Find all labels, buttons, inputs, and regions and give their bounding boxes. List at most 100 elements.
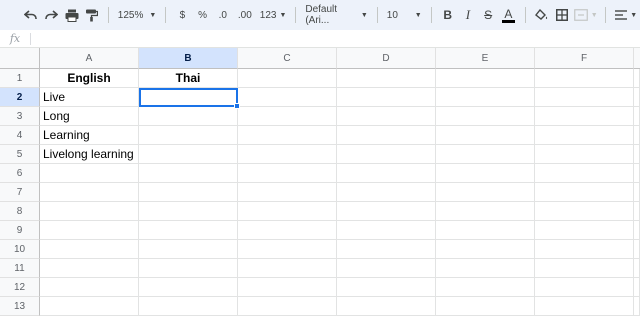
cell-c10[interactable] (238, 240, 337, 259)
cell-a7[interactable] (40, 183, 139, 202)
cell-g8[interactable] (634, 202, 640, 221)
print-icon[interactable] (61, 4, 81, 26)
cell-a13[interactable] (40, 297, 139, 316)
cell-c2[interactable] (238, 88, 337, 107)
row-header-8[interactable]: 8 (0, 202, 40, 221)
cell-f10[interactable] (535, 240, 634, 259)
cell-b5[interactable] (139, 145, 238, 164)
row-header-13[interactable]: 13 (0, 297, 40, 316)
cell-d8[interactable] (337, 202, 436, 221)
row-header-12[interactable]: 12 (0, 278, 40, 297)
cell-c5[interactable] (238, 145, 337, 164)
row-header-2[interactable]: 2 (0, 88, 40, 107)
cell-e4[interactable] (436, 126, 535, 145)
paint-format-icon[interactable] (82, 4, 102, 26)
cell-e5[interactable] (436, 145, 535, 164)
row-header-4[interactable]: 4 (0, 126, 40, 145)
column-header-d[interactable]: D (337, 48, 436, 69)
cell-f13[interactable] (535, 297, 634, 316)
cell-a6[interactable] (40, 164, 139, 183)
cell-c3[interactable] (238, 107, 337, 126)
cell-a10[interactable] (40, 240, 139, 259)
cell-a9[interactable] (40, 221, 139, 240)
cell-a4[interactable]: Learning (40, 126, 139, 145)
text-color-button[interactable]: A (498, 4, 518, 26)
cell-d12[interactable] (337, 278, 436, 297)
cell-e11[interactable] (436, 259, 535, 278)
cell-e9[interactable] (436, 221, 535, 240)
row-header-1[interactable]: 1 (0, 69, 40, 88)
cell-d11[interactable] (337, 259, 436, 278)
cell-g9[interactable] (634, 221, 640, 240)
undo-icon[interactable] (21, 4, 41, 26)
cell-g2[interactable] (634, 88, 640, 107)
select-all-corner[interactable] (0, 48, 40, 69)
cell-e8[interactable] (436, 202, 535, 221)
fill-color-icon[interactable] (531, 4, 551, 26)
currency-format-button[interactable]: $ (172, 4, 192, 26)
row-header-6[interactable]: 6 (0, 164, 40, 183)
font-size-select[interactable]: 10 ▼ (384, 4, 425, 26)
cell-e13[interactable] (436, 297, 535, 316)
cell-f4[interactable] (535, 126, 634, 145)
zoom-select[interactable]: 125% ▼ (115, 4, 160, 26)
cell-a3[interactable]: Long (40, 107, 139, 126)
cell-g12[interactable] (634, 278, 640, 297)
cell-c9[interactable] (238, 221, 337, 240)
cell-e10[interactable] (436, 240, 535, 259)
row-header-5[interactable]: 5 (0, 145, 40, 164)
cell-b10[interactable] (139, 240, 238, 259)
cell-c13[interactable] (238, 297, 337, 316)
fill-handle[interactable] (234, 103, 240, 109)
cell-f8[interactable] (535, 202, 634, 221)
cell-c7[interactable] (238, 183, 337, 202)
cell-b7[interactable] (139, 183, 238, 202)
column-header-c[interactable]: C (238, 48, 337, 69)
cell-d6[interactable] (337, 164, 436, 183)
cell-c1[interactable] (238, 69, 337, 88)
cell-b1[interactable]: Thai (139, 69, 238, 88)
cell-f12[interactable] (535, 278, 634, 297)
increase-decimal-button[interactable]: .00 (233, 4, 257, 26)
column-header-g[interactable] (634, 48, 640, 69)
cell-f1[interactable] (535, 69, 634, 88)
cell-b3[interactable] (139, 107, 238, 126)
cell-a5[interactable]: Livelong learning (40, 145, 139, 164)
cell-g1[interactable] (634, 69, 640, 88)
cell-d4[interactable] (337, 126, 436, 145)
cell-f5[interactable] (535, 145, 634, 164)
formula-input[interactable] (31, 30, 640, 48)
cell-b6[interactable] (139, 164, 238, 183)
cell-f3[interactable] (535, 107, 634, 126)
cell-e12[interactable] (436, 278, 535, 297)
cell-b9[interactable] (139, 221, 238, 240)
cell-b4[interactable] (139, 126, 238, 145)
cell-e1[interactable] (436, 69, 535, 88)
row-header-10[interactable]: 10 (0, 240, 40, 259)
cell-g5[interactable] (634, 145, 640, 164)
cell-a11[interactable] (40, 259, 139, 278)
cell-c11[interactable] (238, 259, 337, 278)
cell-g4[interactable] (634, 126, 640, 145)
active-cell-selection[interactable] (139, 88, 240, 109)
cell-b8[interactable] (139, 202, 238, 221)
row-header-7[interactable]: 7 (0, 183, 40, 202)
column-header-e[interactable]: E (436, 48, 535, 69)
row-header-3[interactable]: 3 (0, 107, 40, 126)
cell-e3[interactable] (436, 107, 535, 126)
cell-f9[interactable] (535, 221, 634, 240)
cell-e7[interactable] (436, 183, 535, 202)
cell-g7[interactable] (634, 183, 640, 202)
cell-f7[interactable] (535, 183, 634, 202)
cell-g10[interactable] (634, 240, 640, 259)
cell-b13[interactable] (139, 297, 238, 316)
cell-c8[interactable] (238, 202, 337, 221)
cell-d5[interactable] (337, 145, 436, 164)
strikethrough-button[interactable]: S (478, 4, 498, 26)
cell-f2[interactable] (535, 88, 634, 107)
cell-f6[interactable] (535, 164, 634, 183)
cell-f11[interactable] (535, 259, 634, 278)
column-header-a[interactable]: A (40, 48, 139, 69)
more-formats-select[interactable]: 123 ▼ (257, 4, 290, 26)
cell-c4[interactable] (238, 126, 337, 145)
